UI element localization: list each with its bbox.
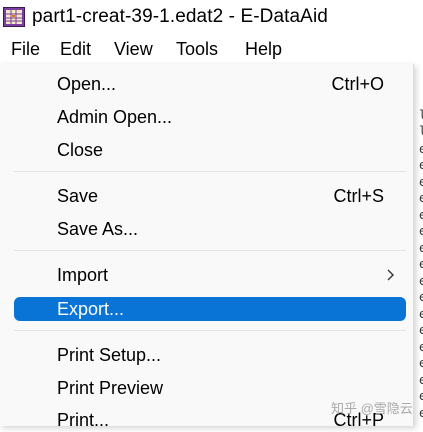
menu-help[interactable]: Help [243, 37, 284, 61]
menu-tools[interactable]: Tools [174, 37, 220, 61]
background-char: e [419, 290, 423, 304]
menu-separator [14, 330, 406, 331]
menu-item-import[interactable]: Import [14, 263, 406, 287]
file-menu-dropdown: Open... Ctrl+O Admin Open... Close Save … [0, 64, 414, 430]
menu-item-print-setup[interactable]: Print Setup... [14, 343, 406, 367]
background-char: l [419, 124, 423, 138]
background-char: e [419, 142, 423, 156]
menu-edit[interactable]: Edit [58, 37, 93, 61]
menu-item-label: Open... [57, 74, 117, 94]
background-char: e [419, 406, 423, 420]
menu-item-shortcut: Ctrl+O [331, 74, 384, 94]
chevron-right-icon [387, 269, 394, 281]
background-char: e [419, 274, 423, 288]
menu-item-admin-open[interactable]: Admin Open... [14, 105, 406, 129]
background-char: e [419, 389, 423, 403]
menu-item-save[interactable]: Save Ctrl+S [14, 184, 406, 208]
menu-view[interactable]: View [112, 37, 155, 61]
menu-item-save-as[interactable]: Save As... [14, 217, 406, 241]
title-bar: part1-creat-39-1.edat2 - E-DataAid [0, 0, 423, 34]
menu-item-label: Admin Open... [57, 107, 173, 127]
menu-item-label: Print Preview [57, 378, 164, 398]
background-char: e [419, 323, 423, 337]
menu-item-label: Close [57, 140, 104, 160]
background-char: e [419, 175, 423, 189]
window-title: part1-creat-39-1.edat2 - E-DataAid [32, 6, 328, 27]
background-char: e [419, 356, 423, 370]
menu-item-label: Save As... [57, 219, 139, 239]
watermark: 知乎 @雪隐云 [331, 401, 413, 416]
background-char: e [419, 257, 423, 271]
menu-item-label: Print Setup... [57, 345, 162, 365]
background-char: e [419, 373, 423, 387]
background-char: e [419, 158, 423, 172]
menu-item-shortcut: Ctrl+S [333, 186, 384, 206]
menu-item-print-preview[interactable]: Print Preview [14, 376, 406, 400]
menu-item-label: Export... [57, 299, 125, 319]
background-char: e [419, 191, 423, 205]
menu-bar: File Edit View Tools Help [0, 34, 423, 64]
menu-item-close[interactable]: Close [14, 138, 406, 162]
menu-separator [14, 250, 406, 251]
menu-item-label: Print... [57, 410, 110, 430]
background-char: e [419, 224, 423, 238]
menu-item-export[interactable]: Export... [14, 297, 406, 321]
background-char: e [419, 307, 423, 321]
menu-item-open[interactable]: Open... Ctrl+O [14, 72, 406, 96]
menu-file[interactable]: File [9, 37, 42, 61]
background-char: e [419, 208, 423, 222]
background-char: e [419, 340, 423, 354]
e-dataaid-app-icon [3, 7, 25, 27]
menu-item-label: Import [57, 265, 109, 285]
background-char: e [419, 241, 423, 255]
menu-separator [14, 171, 406, 172]
menu-item-label: Save [57, 186, 99, 206]
background-char: l [419, 108, 423, 122]
